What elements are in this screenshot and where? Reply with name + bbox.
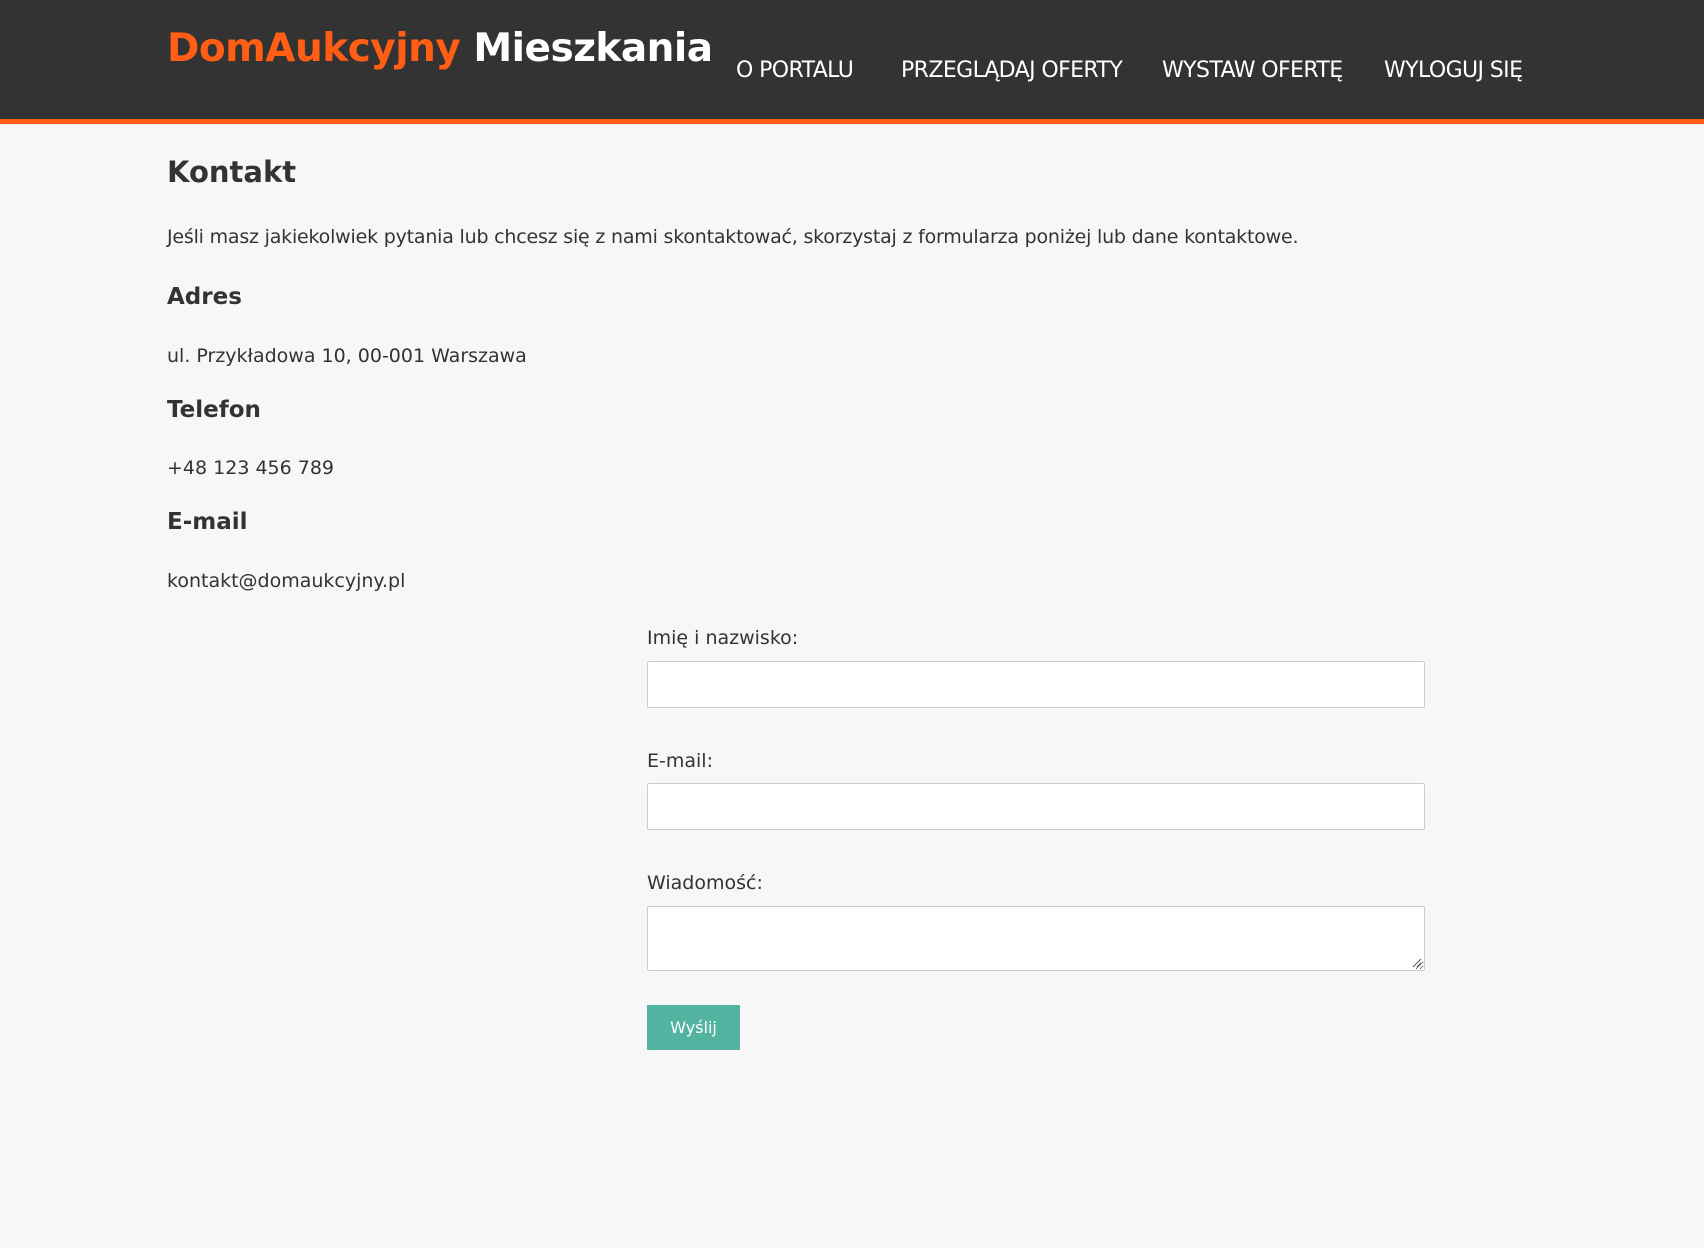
email-label: E-mail:	[647, 750, 713, 772]
main-nav: O PORTALU PRZEGLĄDAJ OFERTY WYSTAW OFERT…	[0, 58, 1704, 92]
submit-button[interactable]: Wyślij	[647, 1005, 740, 1050]
address-value: ul. Przykładowa 10, 00-001 Warszawa	[167, 345, 527, 367]
page-title: Kontakt	[167, 155, 297, 189]
nav-browse-offers[interactable]: PRZEGLĄDAJ OFERTY	[901, 58, 1123, 83]
site-header: DomAukcyjny Mieszkania O PORTALU PRZEGLĄ…	[0, 0, 1704, 124]
email-heading: E-mail	[167, 509, 248, 535]
message-label: Wiadomość:	[647, 872, 763, 894]
name-input[interactable]	[647, 661, 1425, 708]
address-heading: Adres	[167, 284, 242, 310]
phone-heading: Telefon	[167, 397, 261, 423]
nav-about[interactable]: O PORTALU	[736, 58, 854, 83]
contact-intro: Jeśli masz jakiekolwiek pytania lub chce…	[167, 226, 1299, 248]
email-input[interactable]	[647, 783, 1425, 830]
resize-grip-icon[interactable]	[1411, 957, 1422, 968]
phone-value: +48 123 456 789	[167, 457, 335, 479]
nav-logout[interactable]: WYLOGUJ SIĘ	[1384, 58, 1523, 83]
message-textarea[interactable]	[647, 906, 1425, 971]
name-label: Imię i nazwisko:	[647, 627, 799, 649]
email-value: kontakt@domaukcyjny.pl	[167, 570, 406, 592]
nav-post-offer[interactable]: WYSTAW OFERTĘ	[1162, 58, 1343, 83]
